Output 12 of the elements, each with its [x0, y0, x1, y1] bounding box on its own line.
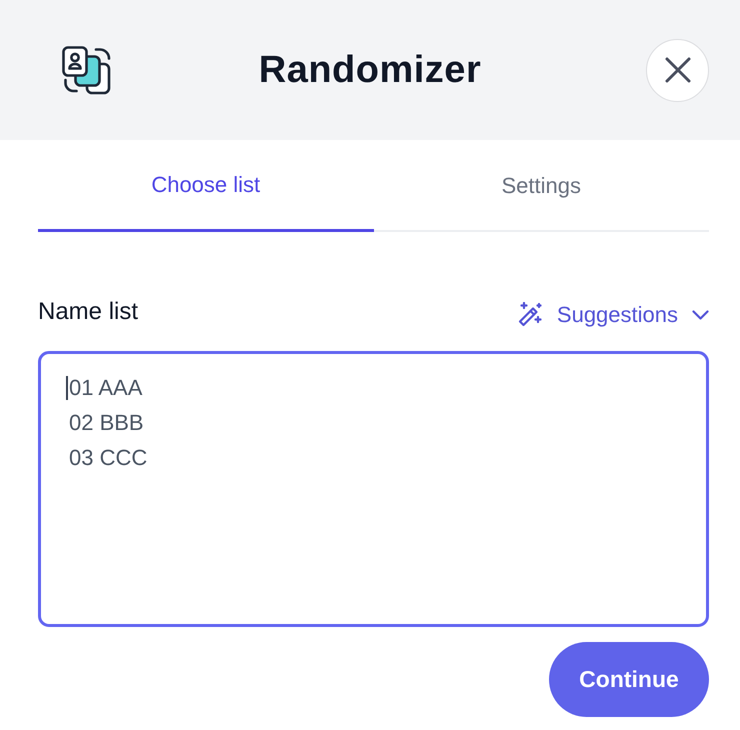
tab[interactable]: Choose list — [38, 140, 374, 232]
text-cursor — [66, 376, 68, 400]
logo-icon — [62, 46, 111, 94]
tab[interactable]: Settings — [374, 140, 709, 232]
chevron-down-icon — [692, 310, 709, 320]
dialog-title: Randomizer — [258, 51, 482, 89]
close-icon — [664, 57, 690, 83]
continue-button[interactable]: Continue — [549, 642, 709, 717]
name-list-field[interactable]: 01 AAA 02 BBB 03 CCC — [38, 351, 709, 627]
magic-wand-icon — [518, 302, 543, 327]
suggestions-dropdown[interactable]: Suggestions — [518, 298, 709, 331]
field-label: Name list — [38, 296, 138, 326]
